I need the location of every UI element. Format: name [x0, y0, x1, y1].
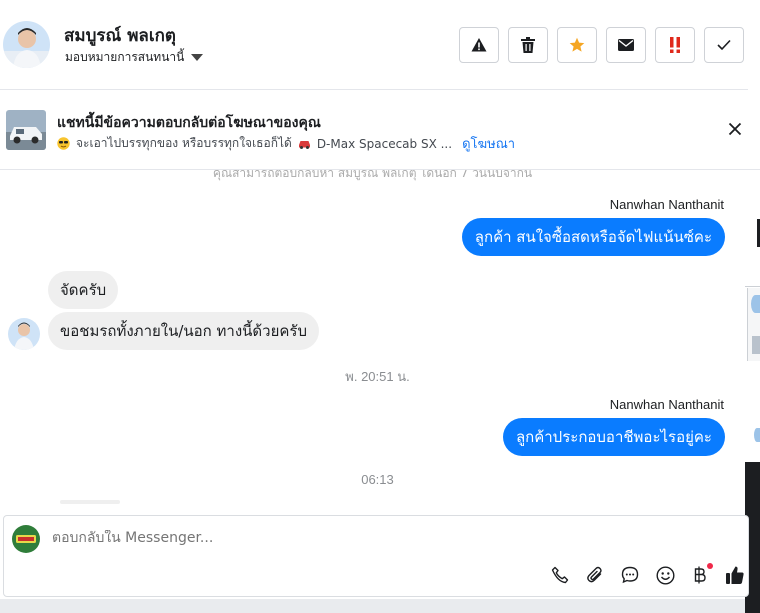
- ad-subtitle-text: จะเอาไปบรรทุกของ หรือบรรทุกใจเธอก็ได้: [76, 136, 292, 150]
- attach-button[interactable]: [584, 564, 606, 586]
- cool-emoji-icon: [57, 137, 70, 150]
- mail-icon: [618, 39, 634, 51]
- close-banner-button[interactable]: [726, 120, 744, 138]
- thumbs-up-icon: [726, 566, 744, 584]
- urgent-icon: [670, 37, 680, 53]
- composer-toolbar: [549, 563, 746, 586]
- phone-icon: [551, 566, 569, 584]
- delete-button[interactable]: [508, 27, 548, 63]
- like-button[interactable]: [724, 564, 746, 586]
- contact-avatar-small[interactable]: [8, 318, 40, 350]
- system-note: คุณสามารถตอบกลับหา สมบูรณ์ พลเกตุ ได้นอก…: [212, 170, 533, 180]
- paperclip-icon: [587, 566, 602, 583]
- star-icon: [569, 37, 585, 52]
- bottom-strip: [0, 599, 745, 613]
- close-icon: [728, 122, 742, 136]
- view-ad-link[interactable]: ดูโฆษณา: [462, 133, 515, 154]
- contact-avatar[interactable]: [3, 21, 50, 68]
- emoji-icon: [655, 565, 675, 585]
- chat-bubble-icon: [621, 566, 639, 584]
- chevron-down-icon: [191, 54, 204, 61]
- reply-composer: [3, 515, 749, 597]
- trash-icon: [521, 37, 535, 53]
- outgoing-message[interactable]: ลูกค้า สนใจซื้อสดหรือจัดไฟแน้นซ์คะ: [461, 218, 725, 256]
- check-icon: [717, 39, 731, 51]
- star-button[interactable]: [557, 27, 597, 63]
- warning-icon: [471, 38, 487, 52]
- ad-thumbnail[interactable]: [6, 110, 46, 150]
- emoji-button[interactable]: [654, 564, 676, 586]
- edge-thumbnail-icon: [752, 336, 760, 354]
- baht-icon: [694, 566, 706, 584]
- message-input[interactable]: [52, 530, 652, 546]
- contact-name[interactable]: สมบูรณ์ พลเกตุ: [64, 22, 176, 49]
- outgoing-message[interactable]: ลูกค้าประกอบอาชีพอะไรอยู่คะ: [502, 418, 725, 456]
- message-sender: Nanwhan Nanthanit: [609, 397, 724, 412]
- report-button[interactable]: [459, 27, 499, 63]
- message-sender: Nanwhan Nanthanit: [609, 197, 724, 212]
- incoming-message[interactable]: ขอชมรถทั้งภายใน/นอก ทางนี้ด้วยครับ: [48, 312, 319, 350]
- ad-banner-title: แชทนี้มีข้อความตอบกลับต่อโฆษณาของคุณ: [57, 115, 321, 131]
- car-icon: [298, 140, 310, 149]
- call-button[interactable]: [549, 564, 571, 586]
- message-timestamp: พ. 20:51 น.: [345, 369, 410, 384]
- notification-dot: [707, 563, 713, 569]
- message-thread[interactable]: คุณสามารถตอบกลับหา สมบูรณ์ พลเกตุ ได้นอก…: [0, 170, 745, 515]
- header-actions: [459, 27, 744, 63]
- incoming-message[interactable]: จัดครับ: [48, 271, 119, 309]
- edge-avatar-icon: [754, 428, 760, 442]
- mark-done-button[interactable]: [704, 27, 744, 63]
- urgent-button[interactable]: [655, 27, 695, 63]
- payment-button[interactable]: [689, 563, 713, 586]
- ad-car-text: D-Max Spacecab SX ...: [316, 136, 453, 151]
- edge-avatar-icon: [751, 295, 760, 313]
- edge-divider: [745, 286, 760, 287]
- assign-label: มอบหมายการสนทนานี้: [65, 50, 185, 64]
- page-avatar: [12, 525, 40, 553]
- ad-banner-subtitle: จะเอาไปบรรทุกของ หรือบรรทุกใจเธอก็ได้ D-…: [57, 133, 515, 154]
- saved-replies-button[interactable]: [619, 564, 641, 586]
- message-timestamp: 06:13: [361, 472, 394, 487]
- mail-button[interactable]: [606, 27, 646, 63]
- conversation-header: สมบูรณ์ พลเกตุ มอบหมายการสนทนานี้: [0, 0, 748, 90]
- partial-message: [60, 500, 120, 504]
- assign-dropdown[interactable]: มอบหมายการสนทนานี้: [65, 48, 204, 67]
- ad-reply-banner: แชทนี้มีข้อความตอบกลับต่อโฆษณาของคุณ จะเ…: [0, 90, 760, 170]
